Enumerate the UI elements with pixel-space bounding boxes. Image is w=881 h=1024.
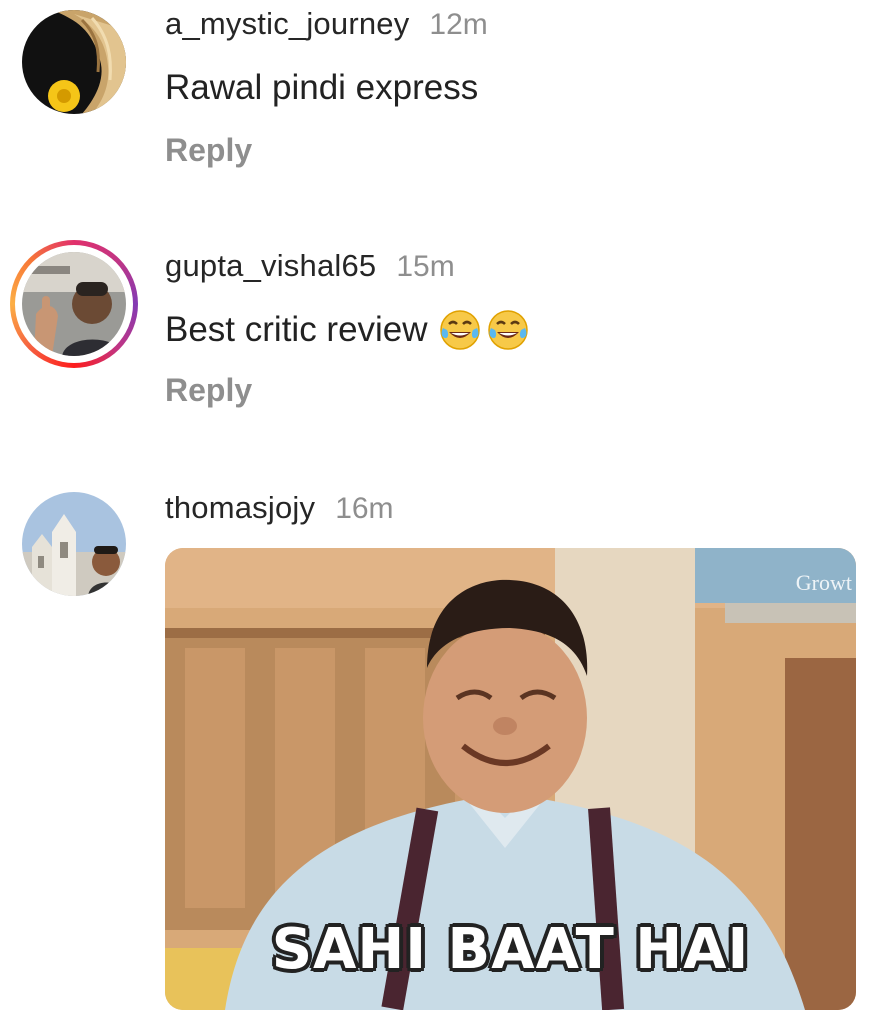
comment-text: Best critic review: [165, 308, 530, 352]
comment-text: Rawal pindi express: [165, 68, 478, 108]
comment-item: a_mystic_journey 12m Rawal pindi express…: [0, 0, 881, 200]
emoji-group: [438, 308, 530, 352]
comment-text-value: Best critic review: [165, 310, 428, 349]
comment-item: gupta_vishal65 15m Best critic review Re…: [0, 240, 881, 440]
reply-button[interactable]: Reply: [165, 132, 252, 169]
avatar-image: [22, 252, 126, 356]
timestamp: 12m: [429, 8, 488, 41]
avatar[interactable]: [22, 10, 126, 114]
comment-meta: thomasjojy 16m: [165, 490, 394, 526]
username[interactable]: gupta_vishal65: [165, 248, 376, 284]
reply-button[interactable]: Reply: [165, 372, 252, 409]
face-with-tears-of-joy-icon: [487, 310, 528, 350]
comment-meta: gupta_vishal65 15m: [165, 248, 455, 284]
username[interactable]: thomasjojy: [165, 490, 315, 526]
gif-caption: SAHI BAAT HAI: [271, 917, 750, 982]
timestamp: 15m: [396, 250, 455, 283]
timestamp: 16m: [335, 492, 394, 525]
gif-attachment[interactable]: Growt SAHI BAAT HAI: [165, 548, 856, 1010]
avatar[interactable]: [22, 492, 126, 596]
face-with-tears-of-joy-icon: [439, 310, 480, 350]
username[interactable]: a_mystic_journey: [165, 6, 409, 42]
story-ring[interactable]: [10, 240, 138, 368]
avatar-image: [22, 10, 126, 114]
comment-text-value: Rawal pindi express: [165, 68, 479, 107]
gif-watermark: Growt: [795, 570, 852, 595]
avatar-image: [22, 492, 126, 596]
avatar: [22, 252, 126, 356]
comment-meta: a_mystic_journey 12m: [165, 6, 488, 42]
